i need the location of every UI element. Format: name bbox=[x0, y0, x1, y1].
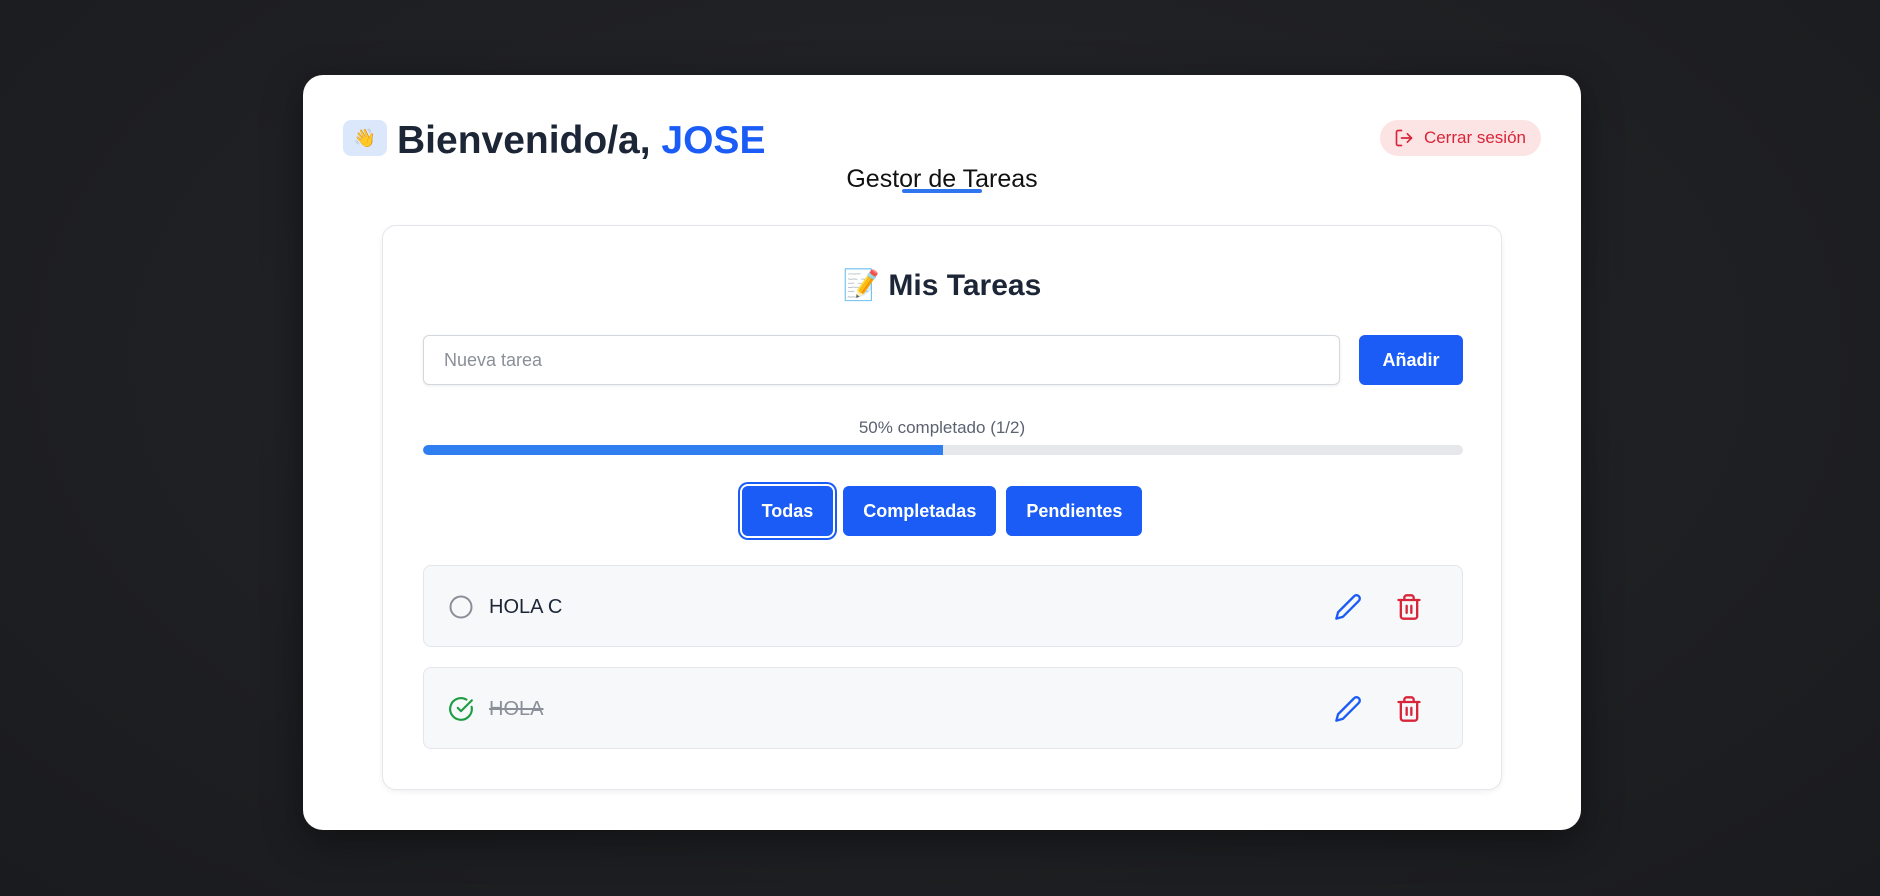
task-item: HOLA C bbox=[423, 565, 1463, 647]
task-text: HOLA bbox=[489, 698, 544, 720]
logout-label: Cerrar sesión bbox=[1423, 128, 1526, 147]
progress-fill bbox=[423, 445, 943, 455]
wave-icon: 👋 bbox=[353, 127, 377, 148]
memo-icon: 📝 bbox=[842, 269, 881, 302]
tasks-title: 📝 Mis Tareas bbox=[383, 266, 1501, 306]
check-circle-icon[interactable] bbox=[448, 696, 474, 722]
trash-icon[interactable] bbox=[1395, 593, 1423, 621]
logout-button[interactable]: Cerrar sesión bbox=[1379, 120, 1541, 156]
welcome-heading: Bienvenido/a, JOSE bbox=[397, 117, 765, 165]
tasks-panel: 📝 Mis Tareas Añadir 50% completado (1/2)… bbox=[382, 225, 1502, 790]
subtitle-underline bbox=[902, 189, 982, 193]
trash-icon[interactable] bbox=[1395, 695, 1423, 723]
progress-bar bbox=[423, 445, 1463, 455]
tasks-title-text: Mis Tareas bbox=[888, 269, 1042, 302]
filter-pending-button[interactable]: Pendientes bbox=[1006, 486, 1143, 536]
circle-icon[interactable] bbox=[448, 594, 474, 620]
main-card: 👋 Bienvenido/a, JOSE Cerrar sesión Gesto… bbox=[303, 75, 1581, 830]
welcome-prefix: Bienvenido/a, bbox=[397, 119, 651, 162]
task-text: HOLA C bbox=[489, 596, 563, 618]
header: 👋 Bienvenido/a, JOSE Cerrar sesión bbox=[343, 117, 1541, 167]
progress-text: 50% completado (1/2) bbox=[858, 418, 1026, 437]
filter-group: Todas Completadas Pendientes bbox=[383, 486, 1501, 536]
task-item: HOLA bbox=[423, 667, 1463, 749]
user-name: JOSE bbox=[661, 119, 766, 162]
pencil-icon[interactable] bbox=[1334, 593, 1362, 621]
task-list: HOLA C HOLA bbox=[423, 565, 1463, 769]
wave-emoji-badge: 👋 bbox=[343, 120, 387, 156]
pencil-icon[interactable] bbox=[1334, 695, 1362, 723]
new-task-input[interactable] bbox=[423, 335, 1340, 385]
add-task-button[interactable]: Añadir bbox=[1359, 335, 1463, 385]
filter-all-button[interactable]: Todas bbox=[741, 486, 834, 536]
logout-icon bbox=[1395, 129, 1413, 147]
filter-completed-button[interactable]: Completadas bbox=[843, 486, 997, 536]
